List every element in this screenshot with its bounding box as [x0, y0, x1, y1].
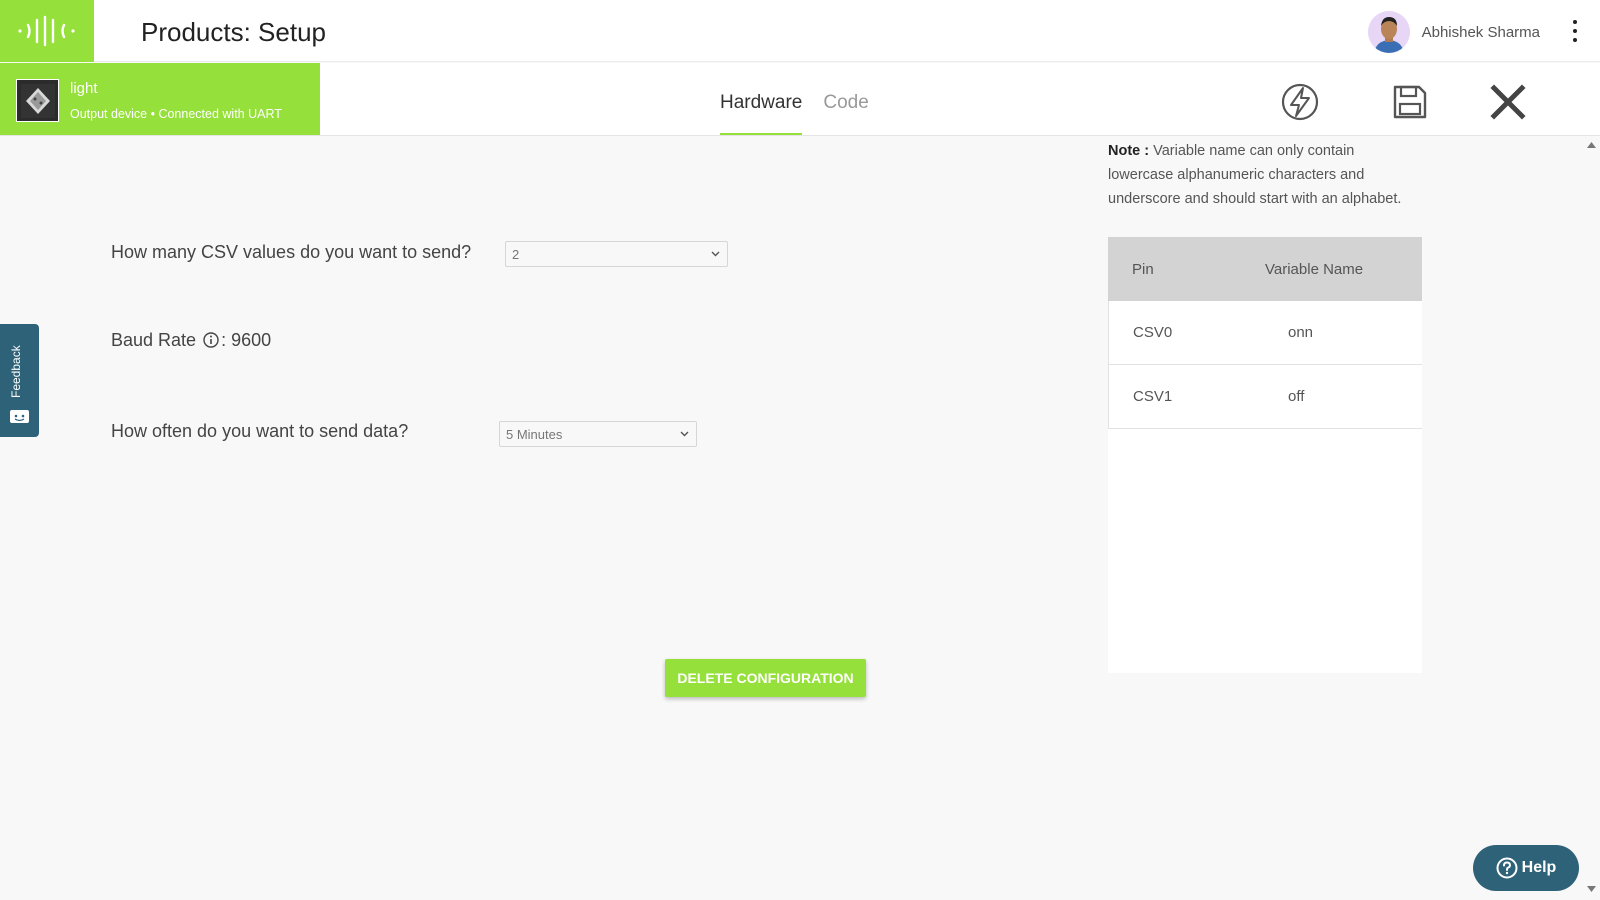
- pin-cell: CSV1: [1133, 388, 1173, 405]
- top-header: Products: Setup Abhishek Sharma: [0, 0, 1600, 62]
- help-button[interactable]: Help: [1473, 845, 1579, 891]
- table-row: CSV1 off: [1108, 365, 1422, 429]
- table-row: CSV0 onn: [1108, 301, 1422, 365]
- info-icon[interactable]: [203, 332, 219, 353]
- kebab-menu-icon[interactable]: [1570, 20, 1580, 42]
- device-card: light Output device • Connected with UAR…: [0, 63, 320, 135]
- close-icon[interactable]: [1488, 82, 1528, 122]
- csv-count-value: 2: [512, 247, 520, 262]
- chevron-down-icon: [711, 251, 720, 257]
- flash-icon[interactable]: [1280, 82, 1320, 122]
- device-status: Output device • Connected with UART: [70, 107, 282, 121]
- baud-rate-label: Baud Rate: [111, 330, 197, 350]
- table-header: Pin Variable Name: [1108, 237, 1422, 301]
- user-profile[interactable]: Abhishek Sharma: [1367, 11, 1540, 53]
- device-toolbar: light Output device • Connected with UAR…: [0, 63, 1600, 136]
- variable-cell[interactable]: off: [1288, 388, 1304, 405]
- question-circle-icon: [1496, 857, 1518, 879]
- column-header-pin: Pin: [1132, 260, 1154, 278]
- frequency-label: How often do you want to send data?: [111, 421, 409, 441]
- chat-icon: [10, 410, 29, 431]
- tab-bar: Hardware Code: [720, 63, 869, 135]
- note-text: Variable name can only contain lowercase…: [1108, 143, 1402, 207]
- save-icon[interactable]: [1390, 82, 1430, 122]
- frequency-value: 5 Minutes: [506, 427, 563, 442]
- chevron-down-icon: [680, 431, 689, 437]
- frequency-select[interactable]: 5 Minutes: [499, 421, 697, 447]
- device-thumbnail: [16, 79, 59, 122]
- scroll-down-arrow-icon[interactable]: [1587, 886, 1596, 892]
- tab-hardware[interactable]: Hardware: [720, 63, 803, 135]
- variable-name-note: Note : Variable name can only contain lo…: [1108, 139, 1418, 211]
- feedback-label: Feedback: [9, 345, 23, 398]
- delete-configuration-button[interactable]: DELETE CONFIGURATION: [665, 659, 866, 697]
- avatar[interactable]: [1367, 11, 1410, 53]
- page-title: Products: Setup: [141, 17, 326, 47]
- device-name: light: [70, 80, 98, 97]
- csv-count-select[interactable]: 2: [505, 241, 728, 267]
- tab-code[interactable]: Code: [823, 63, 868, 135]
- pin-variable-table: Pin Variable Name CSV0 onn CSV1 off: [1108, 237, 1422, 673]
- feedback-tab[interactable]: Feedback: [0, 324, 39, 437]
- wave-signal-icon[interactable]: [0, 0, 94, 62]
- scroll-up-arrow-icon[interactable]: [1587, 142, 1596, 148]
- help-label: Help: [1521, 859, 1557, 876]
- baud-rate-row: Baud Rate : 9600: [111, 330, 271, 353]
- user-name[interactable]: Abhishek Sharma: [1422, 24, 1540, 41]
- column-header-variable-name: Variable Name: [1265, 260, 1364, 278]
- baud-rate-value: : 9600: [221, 330, 272, 350]
- note-prefix: Note :: [1108, 143, 1150, 159]
- pin-cell: CSV0: [1133, 324, 1173, 341]
- csv-count-label: How many CSV values do you want to send?: [111, 242, 472, 262]
- variable-cell[interactable]: onn: [1288, 324, 1313, 341]
